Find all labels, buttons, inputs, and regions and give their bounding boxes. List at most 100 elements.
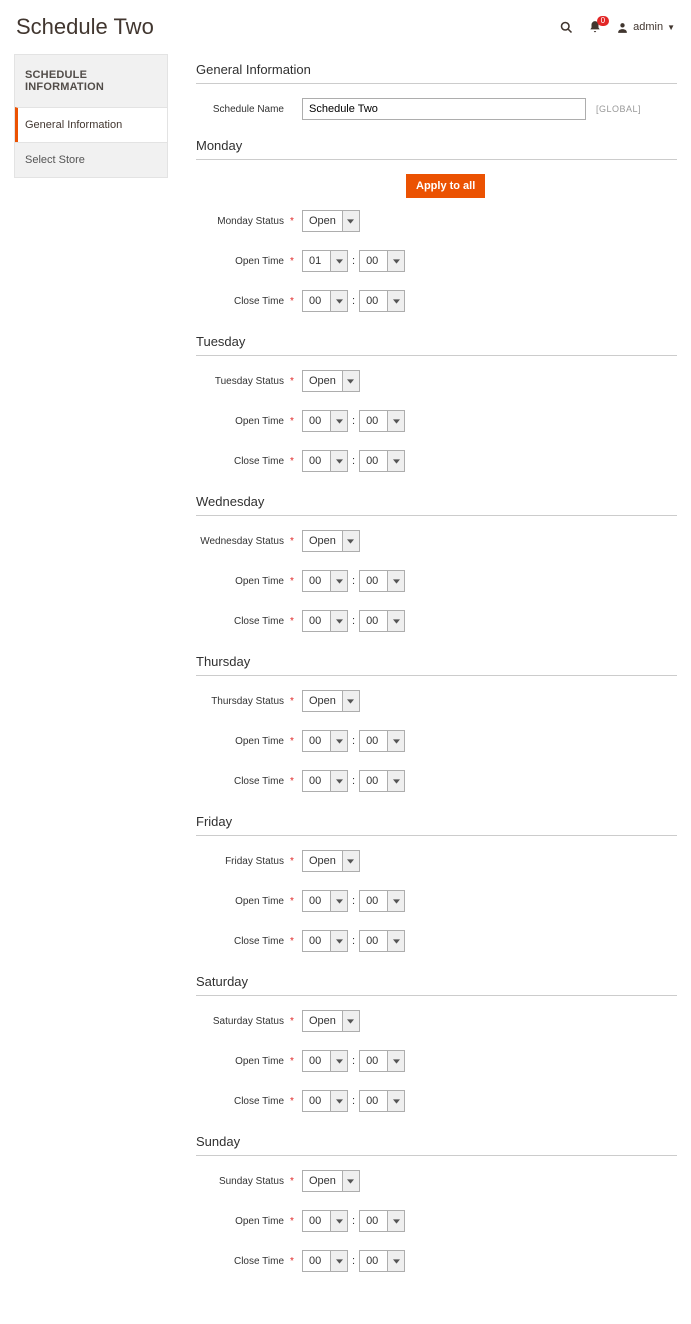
thursday-close-hour-dropdown-icon[interactable] [330, 770, 348, 792]
monday-close-min-dropdown-icon[interactable] [387, 290, 405, 312]
tuesday-status-dropdown-icon[interactable] [342, 370, 360, 392]
thursday-status-dropdown-icon[interactable] [342, 690, 360, 712]
time-separator: : [352, 735, 355, 747]
sunday-close-hour-dropdown-icon[interactable] [330, 1250, 348, 1272]
friday-status-dropdown-icon[interactable] [342, 850, 360, 872]
sidebar-item-general-information[interactable]: General Information [15, 107, 167, 142]
tuesday-close-hour-dropdown-icon[interactable] [330, 450, 348, 472]
admin-account-menu[interactable]: admin ▼ [616, 21, 675, 34]
schedule-name-input[interactable] [302, 98, 586, 120]
wednesday-open-hour-dropdown-icon[interactable] [330, 570, 348, 592]
monday-open-time-label: Open Time [196, 256, 290, 267]
thursday-status-value[interactable]: Open [302, 690, 342, 712]
sunday-close-min-value[interactable]: 00 [359, 1250, 387, 1272]
friday-close-min-value[interactable]: 00 [359, 930, 387, 952]
monday-close-min-value[interactable]: 00 [359, 290, 387, 312]
tuesday-open-min-dropdown-icon[interactable] [387, 410, 405, 432]
friday-open-time-label: Open Time [196, 896, 290, 907]
saturday-status-dropdown-icon[interactable] [342, 1010, 360, 1032]
sidebar-item-select-store[interactable]: Select Store [15, 142, 167, 177]
saturday-close-min-dropdown-icon[interactable] [387, 1090, 405, 1112]
wednesday-open-min-dropdown-icon[interactable] [387, 570, 405, 592]
wednesday-open-hour-value[interactable]: 00 [302, 570, 330, 592]
friday-status-value[interactable]: Open [302, 850, 342, 872]
required-star: * [290, 1016, 296, 1027]
monday-status-label: Monday Status [196, 216, 290, 227]
wednesday-close-hour-value[interactable]: 00 [302, 610, 330, 632]
wednesday-close-min-value[interactable]: 00 [359, 610, 387, 632]
sunday-open-min-dropdown-icon[interactable] [387, 1210, 405, 1232]
monday-open-hour-dropdown-icon[interactable] [330, 250, 348, 272]
monday-open-hour-value[interactable]: 01 [302, 250, 330, 272]
friday-open-min-dropdown-icon[interactable] [387, 890, 405, 912]
sunday-status-value[interactable]: Open [302, 1170, 342, 1192]
monday-close-hour-dropdown-icon[interactable] [330, 290, 348, 312]
monday-status-value[interactable]: Open [302, 210, 342, 232]
required-star: * [290, 696, 296, 707]
friday-close-hour-value[interactable]: 00 [302, 930, 330, 952]
thursday-open-min-value[interactable]: 00 [359, 730, 387, 752]
time-separator: : [352, 935, 355, 947]
friday-open-hour-dropdown-icon[interactable] [330, 890, 348, 912]
monday-close-hour-value[interactable]: 00 [302, 290, 330, 312]
wednesday-status-dropdown-icon[interactable] [342, 530, 360, 552]
required-star: * [290, 1176, 296, 1187]
saturday-status-label: Saturday Status [196, 1016, 290, 1027]
tuesday-close-time-label: Close Time [196, 456, 290, 467]
thursday-status-label: Thursday Status [196, 696, 290, 707]
tuesday-status-value[interactable]: Open [302, 370, 342, 392]
sunday-open-hour-value[interactable]: 00 [302, 1210, 330, 1232]
friday-close-min-dropdown-icon[interactable] [387, 930, 405, 952]
apply-to-all-button[interactable]: Apply to all [406, 174, 485, 198]
friday-open-min-value[interactable]: 00 [359, 890, 387, 912]
saturday-open-hour-dropdown-icon[interactable] [330, 1050, 348, 1072]
saturday-open-hour-value[interactable]: 00 [302, 1050, 330, 1072]
tuesday-close-hour-value[interactable]: 00 [302, 450, 330, 472]
wednesday-close-hour-dropdown-icon[interactable] [330, 610, 348, 632]
saturday-status-value[interactable]: Open [302, 1010, 342, 1032]
section-heading-saturday: Saturday [196, 974, 677, 996]
monday-status-dropdown-icon[interactable] [342, 210, 360, 232]
sunday-close-min-dropdown-icon[interactable] [387, 1250, 405, 1272]
user-icon [616, 21, 629, 34]
search-icon[interactable] [559, 20, 574, 35]
tuesday-open-hour-dropdown-icon[interactable] [330, 410, 348, 432]
tuesday-open-min-value[interactable]: 00 [359, 410, 387, 432]
required-star: * [290, 376, 296, 387]
thursday-close-min-value[interactable]: 00 [359, 770, 387, 792]
sunday-status-dropdown-icon[interactable] [342, 1170, 360, 1192]
saturday-close-hour-dropdown-icon[interactable] [330, 1090, 348, 1112]
saturday-open-min-dropdown-icon[interactable] [387, 1050, 405, 1072]
time-separator: : [352, 895, 355, 907]
thursday-close-min-dropdown-icon[interactable] [387, 770, 405, 792]
thursday-open-hour-dropdown-icon[interactable] [330, 730, 348, 752]
tuesday-open-hour-value[interactable]: 00 [302, 410, 330, 432]
thursday-close-time-label: Close Time [196, 776, 290, 787]
notifications-icon[interactable]: 0 [588, 20, 602, 34]
required-star: * [290, 896, 296, 907]
sunday-close-hour-value[interactable]: 00 [302, 1250, 330, 1272]
friday-close-hour-dropdown-icon[interactable] [330, 930, 348, 952]
monday-open-min-dropdown-icon[interactable] [387, 250, 405, 272]
saturday-close-hour-value[interactable]: 00 [302, 1090, 330, 1112]
wednesday-status-value[interactable]: Open [302, 530, 342, 552]
friday-open-hour-value[interactable]: 00 [302, 890, 330, 912]
monday-open-min-value[interactable]: 00 [359, 250, 387, 272]
tuesday-close-min-value[interactable]: 00 [359, 450, 387, 472]
thursday-open-min-dropdown-icon[interactable] [387, 730, 405, 752]
saturday-close-min-value[interactable]: 00 [359, 1090, 387, 1112]
time-separator: : [352, 1255, 355, 1267]
monday-close-time-label: Close Time [196, 296, 290, 307]
saturday-close-time-label: Close Time [196, 1096, 290, 1107]
wednesday-close-min-dropdown-icon[interactable] [387, 610, 405, 632]
required-star: * [290, 856, 296, 867]
wednesday-open-min-value[interactable]: 00 [359, 570, 387, 592]
saturday-open-min-value[interactable]: 00 [359, 1050, 387, 1072]
thursday-close-hour-value[interactable]: 00 [302, 770, 330, 792]
tuesday-close-min-dropdown-icon[interactable] [387, 450, 405, 472]
sunday-open-hour-dropdown-icon[interactable] [330, 1210, 348, 1232]
time-separator: : [352, 1215, 355, 1227]
thursday-open-hour-value[interactable]: 00 [302, 730, 330, 752]
wednesday-close-time-label: Close Time [196, 616, 290, 627]
sunday-open-min-value[interactable]: 00 [359, 1210, 387, 1232]
